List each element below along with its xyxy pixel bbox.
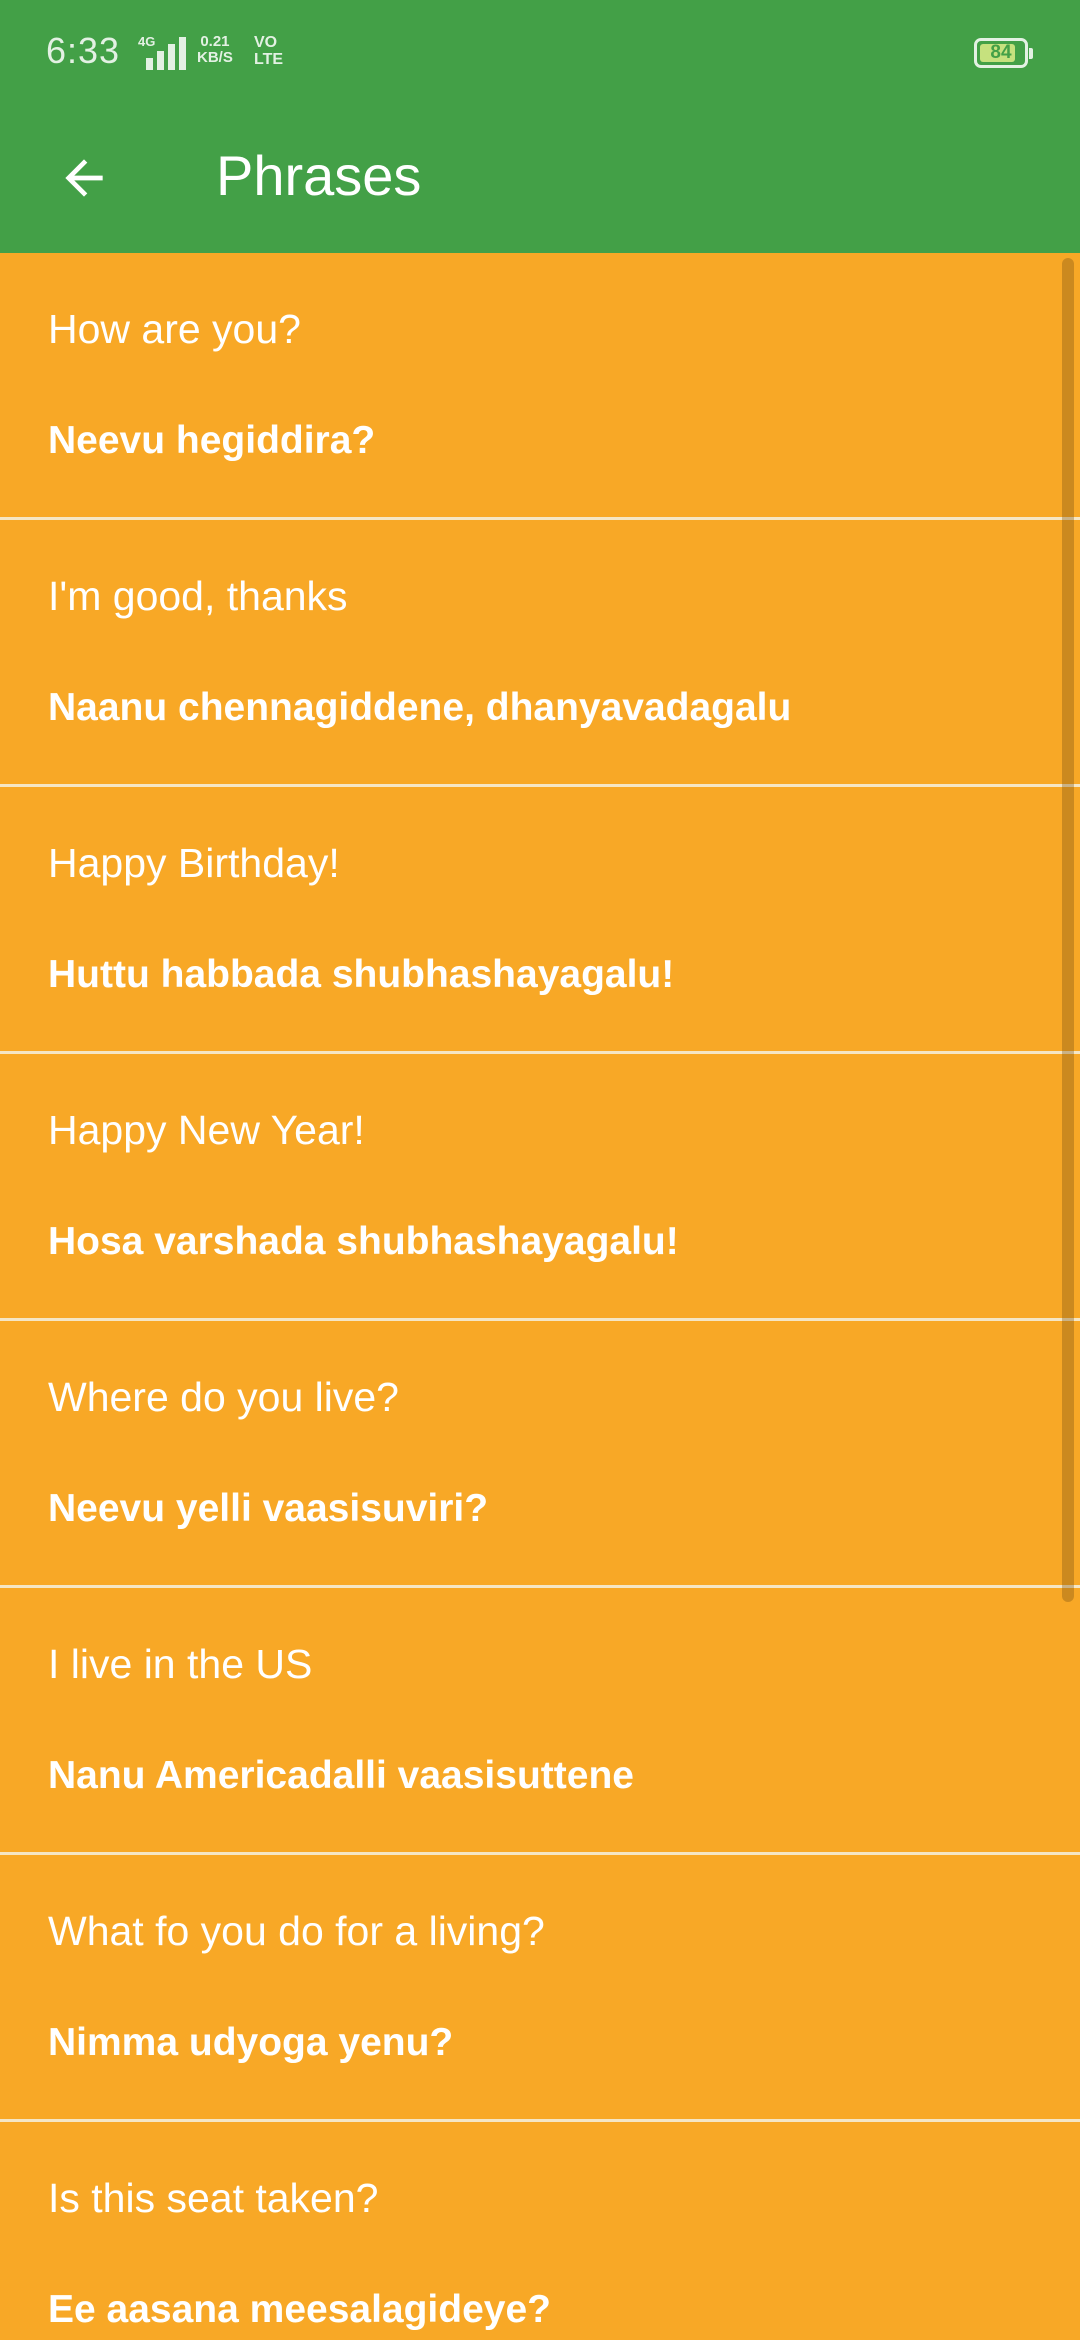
- status-time: 6:33: [46, 30, 121, 71]
- phrase-english: What fo you do for a living?: [48, 1908, 545, 1954]
- volte-top: VO: [254, 34, 278, 51]
- phrase-kannada: Naanu chennagiddene, dhanyavadagalu: [48, 686, 792, 729]
- network-speed: 0.21 KB/S: [197, 34, 233, 66]
- phrase-kannada: Ee aasana meesalagideye?: [48, 2288, 551, 2331]
- phrase-list-item[interactable]: Happy Birthday! Huttu habbada shubhashaya…: [0, 787, 1080, 1054]
- phrase-english: Happy New Year!: [48, 1107, 365, 1153]
- app-bar: Phrases: [0, 108, 1080, 253]
- phrase-list-item[interactable]: Where do you live? Neevu yelli vaasisuvir…: [0, 1321, 1080, 1588]
- speed-unit: KB/S: [197, 49, 233, 66]
- phrase-kannada: Huttu habbada shubhashayagalu!: [48, 953, 675, 996]
- scrollbar[interactable]: [1062, 258, 1074, 1602]
- speed-value: 0.21: [200, 33, 230, 50]
- page-title: Phrases: [216, 144, 422, 207]
- phrase-list-item[interactable]: What fo you do for a living? Nimma udyoga…: [0, 1855, 1080, 2122]
- phrase-english: I'm good, thanks: [48, 573, 348, 619]
- back-button[interactable]: [34, 138, 134, 218]
- phrase-kannada: Hosa varshada shubhashayagalu!: [48, 1220, 679, 1263]
- phrase-list[interactable]: How are you? Neevu hegiddira? I'm good, th…: [0, 253, 1080, 2340]
- phrase-english: How are you?: [48, 306, 301, 352]
- volte-bottom: LTE: [254, 51, 284, 68]
- phrase-list-item[interactable]: Is this seat taken? Ee aasana meesalagide…: [0, 2122, 1080, 2340]
- phrase-kannada: Nimma udyoga yenu?: [48, 2021, 454, 2064]
- phrase-kannada: Neevu hegiddira?: [48, 419, 376, 462]
- phrase-english: I live in the US: [48, 1641, 313, 1687]
- battery-level: 84: [990, 42, 1012, 63]
- phrase-english: Is this seat taken?: [48, 2175, 379, 2221]
- phrases-screen: 6:33 4G 0.21 KB/S VO LTE 84 Phrases How …: [0, 0, 1080, 2340]
- phrase-list-item[interactable]: How are you? Neevu hegiddira?: [0, 253, 1080, 520]
- battery-icon: 84: [974, 38, 1028, 68]
- phrase-list-item[interactable]: I live in the US Nanu Americadalli vaasis…: [0, 1588, 1080, 1855]
- phrase-kannada: Neevu yelli vaasisuviri?: [48, 1487, 489, 1530]
- phrase-list-item[interactable]: Happy New Year! Hosa varshada shubhashaya…: [0, 1054, 1080, 1321]
- phrase-english: Happy Birthday!: [48, 840, 340, 886]
- phrase-english: Where do you live?: [48, 1374, 399, 1420]
- signal-icon: [146, 37, 186, 70]
- battery-tip: [1029, 48, 1033, 59]
- arrow-left-icon: [65, 159, 103, 197]
- top-bar: 6:33 4G 0.21 KB/S VO LTE 84 Phrases: [0, 0, 1080, 253]
- volte-indicator: VO LTE: [254, 34, 283, 68]
- phrase-kannada: Nanu Americadalli vaasisuttene: [48, 1754, 634, 1797]
- phrase-list-item[interactable]: I'm good, thanks Naanu chennagiddene, dha…: [0, 520, 1080, 787]
- status-bar: 6:33 4G 0.21 KB/S VO LTE 84: [0, 0, 1080, 108]
